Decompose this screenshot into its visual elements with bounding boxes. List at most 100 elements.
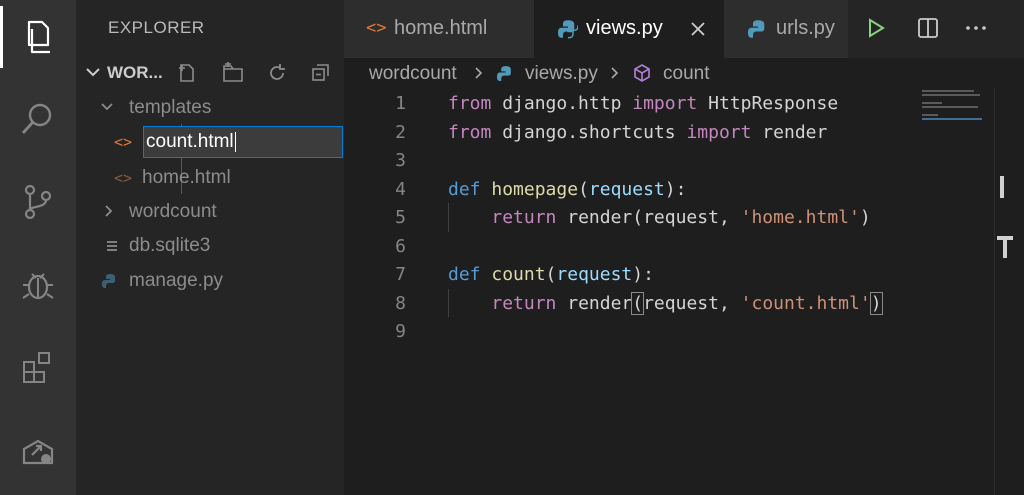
code-token: from bbox=[448, 93, 492, 114]
explorer-icon[interactable] bbox=[0, 6, 76, 68]
tree-label: templates bbox=[129, 97, 212, 118]
code-line[interactable]: 6 bbox=[344, 232, 914, 261]
tree-rename-row[interactable]: <> count.html bbox=[76, 124, 344, 158]
activity-bar bbox=[0, 0, 76, 495]
breadcrumb-item[interactable]: views.py bbox=[525, 63, 598, 85]
rename-input[interactable]: count.html bbox=[143, 126, 343, 158]
indent-guide bbox=[448, 203, 449, 232]
new-folder-icon[interactable] bbox=[222, 62, 244, 84]
code-line[interactable]: 7 def count(request): bbox=[344, 260, 914, 289]
source-control-icon[interactable] bbox=[0, 171, 76, 233]
explorer-sidebar: EXPLORER WOR... templates <> count.html … bbox=[76, 0, 344, 495]
code-token: ): bbox=[664, 178, 687, 200]
code-token: django.http bbox=[491, 93, 633, 114]
minimap[interactable] bbox=[914, 88, 994, 148]
tree-label: db.sqlite3 bbox=[129, 235, 211, 256]
tab-views-py[interactable]: views.py bbox=[534, 0, 724, 58]
vertical-scrollbar[interactable] bbox=[994, 88, 1024, 495]
split-editor-icon[interactable] bbox=[915, 15, 941, 41]
code-line[interactable]: 3 bbox=[344, 146, 914, 175]
tree-file-home-html[interactable]: <> home.html bbox=[76, 160, 344, 194]
scrollbar-thumb[interactable] bbox=[1000, 176, 1004, 198]
code-token: request bbox=[588, 178, 665, 200]
line-number: 2 bbox=[395, 121, 406, 143]
code-text: return render(request, 'home.html') bbox=[448, 207, 871, 228]
workspace-name: WOR... bbox=[107, 63, 163, 82]
text-caret bbox=[234, 131, 236, 152]
breadcrumb-item[interactable]: wordcount bbox=[369, 63, 457, 85]
code-token: 'home.html' bbox=[740, 207, 860, 228]
line-number: 1 bbox=[395, 93, 406, 114]
code-token: ): bbox=[632, 264, 654, 285]
line-number: 9 bbox=[395, 321, 406, 342]
html-file-icon: <> bbox=[366, 18, 387, 38]
code-text: from django.http import HttpResponse bbox=[448, 93, 838, 114]
code-line[interactable]: 1 from django.http import HttpResponse bbox=[344, 89, 914, 118]
html-file-icon: <> bbox=[114, 169, 133, 187]
sidebar-title: EXPLORER bbox=[108, 18, 205, 37]
code-line[interactable]: 2 from django.shortcuts import render bbox=[344, 118, 914, 147]
line-number: 6 bbox=[395, 235, 406, 257]
code-text: def count(request): bbox=[448, 264, 654, 285]
code-token: render bbox=[751, 121, 828, 143]
tree-folder-wordcount[interactable]: wordcount bbox=[76, 194, 344, 228]
line-number: 8 bbox=[395, 292, 406, 314]
chevron-right-icon bbox=[105, 205, 113, 217]
code-line[interactable]: 9 bbox=[344, 317, 914, 346]
code-token: request, bbox=[643, 292, 741, 314]
code-token: django.shortcuts bbox=[491, 121, 687, 143]
code-token: count bbox=[491, 264, 546, 285]
chevron-down-icon bbox=[86, 68, 100, 77]
code-token: homepage bbox=[491, 178, 579, 200]
code-token: request bbox=[556, 264, 633, 285]
code-token: HttpResponse bbox=[697, 93, 839, 114]
remote-explorer-icon[interactable] bbox=[0, 418, 76, 480]
tree-label: home.html bbox=[142, 167, 231, 188]
indent-guide bbox=[448, 288, 449, 317]
chevron-right-icon bbox=[475, 67, 483, 79]
code-line[interactable]: 4 def homepage(request): bbox=[344, 175, 914, 204]
tab-label: home.html bbox=[394, 17, 488, 39]
code-editor[interactable]: 1 from django.http import HttpResponse 2 fr… bbox=[344, 88, 1024, 495]
more-actions-icon[interactable] bbox=[963, 15, 989, 41]
run-icon[interactable] bbox=[863, 15, 889, 41]
method-cube-icon bbox=[634, 64, 650, 82]
extensions-icon[interactable] bbox=[0, 337, 76, 399]
tree-file-manage-py[interactable]: manage.py bbox=[76, 263, 344, 297]
chevron-down-icon bbox=[101, 103, 113, 111]
code-token: return bbox=[491, 292, 557, 314]
search-icon[interactable] bbox=[0, 88, 76, 150]
tree-label: manage.py bbox=[129, 270, 224, 291]
code-token: ( bbox=[578, 178, 589, 200]
breadcrumb-item[interactable]: count bbox=[663, 63, 709, 85]
python-file-icon bbox=[558, 20, 578, 39]
code-line[interactable]: 8 return render(request, 'count.html') bbox=[344, 288, 914, 317]
tree-file-db[interactable]: db.sqlite3 bbox=[76, 228, 344, 262]
code-token: ( bbox=[631, 291, 645, 315]
line-number: 5 bbox=[395, 207, 406, 228]
collapse-all-icon[interactable] bbox=[310, 62, 332, 84]
breadcrumb: wordcount views.py count bbox=[344, 58, 1024, 88]
code-line[interactable]: 5 return render(request, 'home.html') bbox=[344, 203, 914, 232]
new-file-icon[interactable] bbox=[176, 62, 198, 84]
debug-icon[interactable] bbox=[0, 254, 76, 316]
code-token: ) bbox=[869, 291, 883, 315]
tab-home-html[interactable]: <> home.html bbox=[344, 0, 534, 58]
code-token: return bbox=[491, 207, 557, 228]
workspace-section-header[interactable]: WOR... bbox=[76, 55, 344, 89]
refresh-icon[interactable] bbox=[266, 62, 288, 84]
code-token: from bbox=[448, 121, 492, 143]
code-token: ( bbox=[545, 264, 557, 285]
code-token: ) bbox=[859, 207, 871, 228]
python-file-icon bbox=[497, 66, 511, 81]
tab-urls-py[interactable]: urls.py bbox=[724, 0, 848, 58]
code-text: def homepage(request): bbox=[448, 179, 686, 200]
code-token: import bbox=[632, 93, 698, 114]
tab-label: views.py bbox=[586, 17, 663, 39]
tree-folder-templates[interactable]: templates bbox=[76, 90, 344, 124]
close-icon[interactable] bbox=[688, 19, 708, 39]
code-token: def bbox=[448, 264, 481, 285]
